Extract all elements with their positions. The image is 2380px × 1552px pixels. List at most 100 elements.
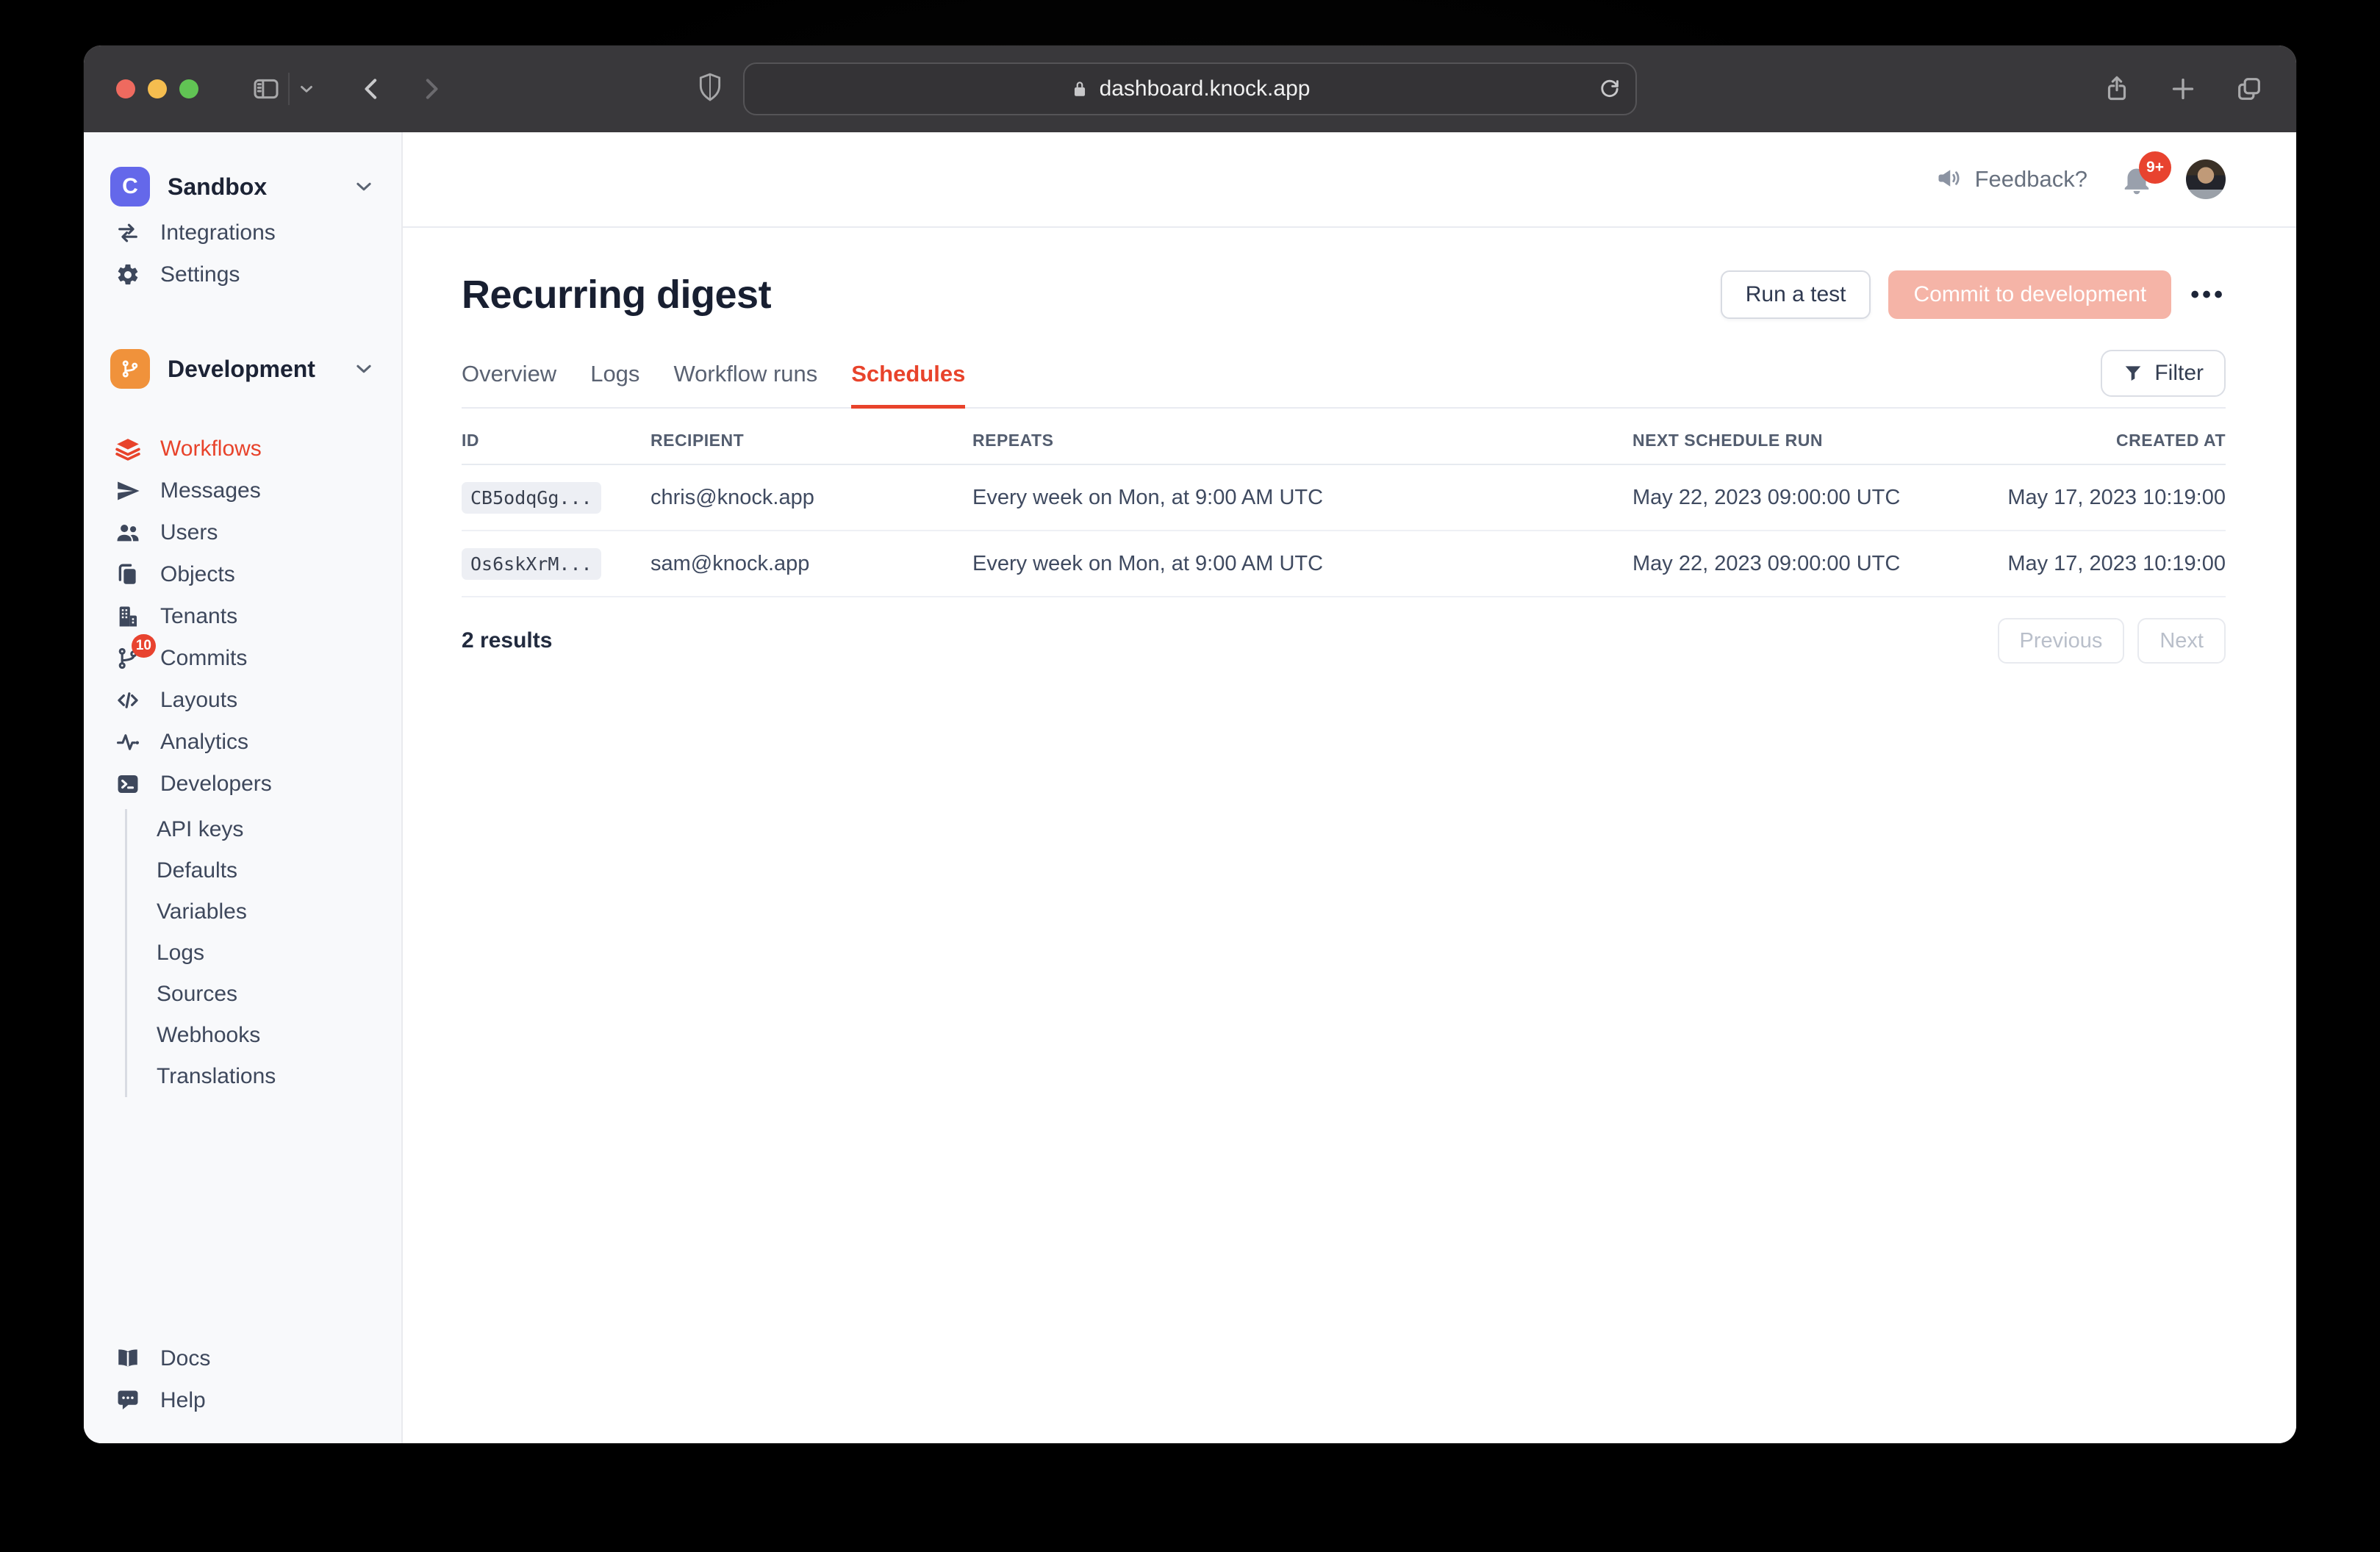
workspace-logo-letter: C [122,174,138,199]
feedback-button[interactable]: Feedback? [1935,166,2087,193]
table-row[interactable]: CB5odqGg... chris@knock.app Every week o… [462,465,2226,531]
desktop-background: dashboard.knock.app [0,0,2380,1552]
filter-label: Filter [2154,361,2204,386]
minimize-window-button[interactable] [148,79,167,98]
sidebar-toggle-group [251,73,316,105]
schedule-id-chip: CB5odqGg... [462,482,601,514]
column-header-created-at: CREATED AT [2116,431,2226,450]
tab-overview-button[interactable] [2234,74,2264,104]
reload-button[interactable] [1597,76,1622,101]
browser-window: dashboard.knock.app [84,46,2296,1443]
commit-to-development-button[interactable]: Commit to development [1888,270,2171,319]
page-title: Recurring digest [462,272,771,317]
tab-logs[interactable]: Logs [590,361,639,409]
app-root: C Sandbox Integrations [84,132,2296,1443]
sidebar-item-tenants[interactable]: Tenants [84,595,401,637]
pulse-icon [115,730,141,755]
sidebar-item-label: Users [160,520,218,545]
previous-page-button[interactable]: Previous [1998,618,2125,664]
sidebar-subitem-sources[interactable]: Sources [127,974,401,1015]
sidebar-spacer [84,1097,401,1337]
more-actions-button[interactable]: ••• [2190,282,2226,307]
integrations-icon [115,220,141,245]
sidebar-item-users[interactable]: Users [84,511,401,553]
sidebar-item-docs[interactable]: Docs [84,1337,401,1379]
sidebar-section-gap [84,394,401,428]
reload-icon [1597,76,1622,101]
chevron-down-icon [297,79,316,98]
gear-icon [115,262,141,287]
repeats-cell: Every week on Mon, at 9:00 AM UTC [972,552,1632,576]
sidebar-item-label: Settings [160,262,240,287]
sidebar-item-commits[interactable]: 10 Commits [84,637,401,679]
tab-workflow-runs[interactable]: Workflow runs [673,361,817,409]
sidebar-subitem-logs[interactable]: Logs [127,933,401,974]
environment-name: Development [168,356,315,383]
environment-switcher[interactable]: Development [84,344,401,394]
back-button[interactable] [357,74,387,104]
plus-icon [2168,74,2198,104]
chevron-down-icon [353,176,375,198]
filter-button[interactable]: Filter [2101,350,2226,397]
user-avatar[interactable] [2186,159,2226,199]
objects-icon [115,562,141,587]
workspace-switcher[interactable]: C Sandbox [84,162,401,212]
next-page-button[interactable]: Next [2137,618,2226,664]
sidebar-item-messages[interactable]: Messages [84,470,401,511]
sidebar-toggle-button[interactable] [251,74,281,104]
tab-schedules[interactable]: Schedules [851,361,965,409]
sidebar-item-label: Help [160,1388,206,1413]
paper-plane-icon [115,478,141,503]
table-row[interactable]: Os6skXrM... sam@knock.app Every week on … [462,531,2226,597]
sidebar-item-settings[interactable]: Settings [84,254,401,295]
sidebar-item-integrations[interactable]: Integrations [84,212,401,254]
sidebar-toggle-icon [251,74,281,104]
tab-overview[interactable]: Overview [462,361,556,409]
browser-chrome: dashboard.knock.app [84,46,2296,132]
traffic-lights [116,79,198,98]
share-button[interactable] [2102,74,2132,104]
chrome-right-buttons [2102,74,2264,104]
page-header: Recurring digest Run a test Commit to de… [462,270,2226,319]
zoom-window-button[interactable] [179,79,198,98]
sidebar-subitem-variables[interactable]: Variables [127,891,401,933]
privacy-shield-icon [696,72,724,107]
chat-bubble-icon [115,1388,141,1413]
sidebar-item-developers[interactable]: Developers [84,763,401,805]
forward-button[interactable] [416,74,445,104]
new-tab-button[interactable] [2168,74,2198,104]
notification-count-badge: 9+ [2139,151,2171,184]
users-icon [115,520,141,545]
sidebar-item-label: Developers [160,772,272,797]
sidebar-menu-chevron-button[interactable] [297,79,316,98]
address-bar[interactable]: dashboard.knock.app [743,62,1637,115]
sidebar-item-analytics[interactable]: Analytics [84,721,401,763]
run-test-button[interactable]: Run a test [1721,270,1871,319]
notifications-button[interactable]: 9+ [2121,163,2152,195]
sidebar-item-label: Variables [157,899,247,924]
sidebar-item-label: Layouts [160,688,237,713]
page-content: Recurring digest Run a test Commit to de… [403,228,2296,664]
close-window-button[interactable] [116,79,135,98]
table-footer: 2 results Previous Next [462,618,2226,664]
environment-logo [110,349,150,389]
sidebar-item-layouts[interactable]: Layouts [84,679,401,721]
pagination: Previous Next [1998,618,2226,664]
sidebar-item-label: Commits [160,646,247,671]
sidebar-subitem-api-keys[interactable]: API keys [127,809,401,850]
sidebar-subitem-webhooks[interactable]: Webhooks [127,1015,401,1056]
column-header-recipient: RECIPIENT [650,431,972,450]
column-header-id: ID [462,431,650,450]
sidebar-item-label: Logs [157,941,204,966]
megaphone-icon [1935,166,1962,193]
recipient-cell: chris@knock.app [650,486,972,510]
sidebar-item-objects[interactable]: Objects [84,553,401,595]
sidebar-subitem-translations[interactable]: Translations [127,1056,401,1097]
sidebar-subitem-defaults[interactable]: Defaults [127,850,401,891]
sidebar-item-workflows[interactable]: Workflows [84,428,401,470]
sidebar-item-help[interactable]: Help [84,1379,401,1421]
ellipsis-icon: ••• [2190,281,2226,309]
sidebar-item-label: API keys [157,817,243,842]
tab-bar: Overview Logs Workflow runs Schedules Fi… [462,350,2226,409]
sidebar-item-label: Objects [160,562,235,587]
